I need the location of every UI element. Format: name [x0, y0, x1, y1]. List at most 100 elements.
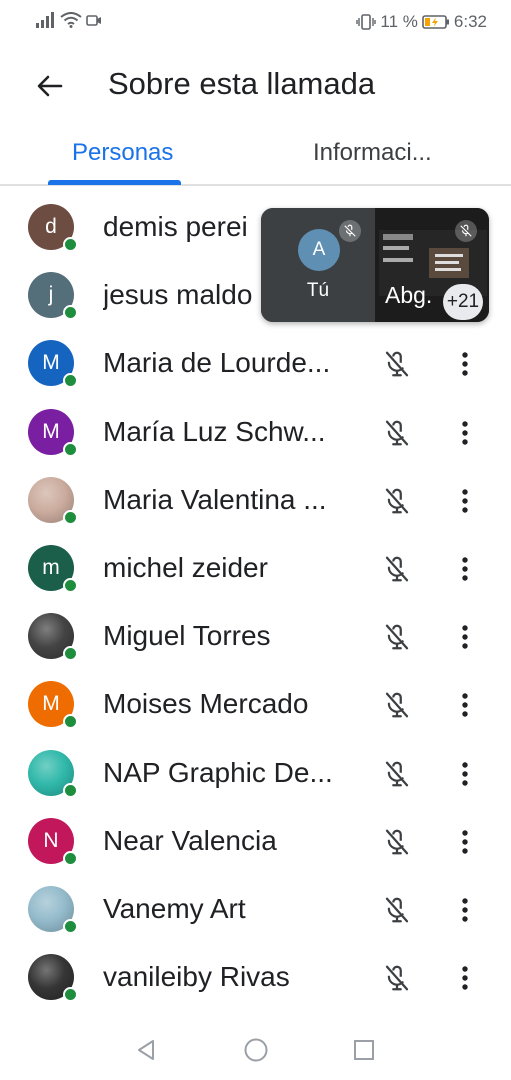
nav-home-button[interactable] [242, 1036, 270, 1064]
participant-row[interactable]: NAP Graphic De... [0, 740, 511, 808]
mic-off-icon [380, 484, 414, 518]
participant-row[interactable]: Miguel Torres [0, 603, 511, 671]
battery-icon [422, 15, 449, 29]
mic-off-icon [380, 416, 414, 450]
avatar-initial: m [42, 556, 60, 579]
tab-people[interactable]: Personas [72, 138, 173, 168]
online-status-dot [63, 850, 78, 866]
mic-off-icon [380, 757, 414, 791]
video-preview-overlay[interactable]: A Tú Abg. +21 [261, 208, 489, 322]
nav-recents-button[interactable] [350, 1036, 378, 1064]
participant-name: Near Valencia [103, 824, 277, 856]
participant-row[interactable]: M María Luz Schw... [0, 399, 511, 467]
more-options-button[interactable] [452, 823, 478, 861]
presenter-label: Abg. [385, 282, 433, 308]
more-options-button[interactable] [452, 686, 478, 724]
participant-row[interactable]: vanileiby Rivas [0, 944, 511, 1012]
participant-row[interactable]: Vanemy Art [0, 876, 511, 944]
app-bar: Sobre esta llamada [0, 44, 511, 124]
online-status-dot [63, 646, 78, 662]
more-options-button[interactable] [452, 618, 478, 656]
more-options-button[interactable] [452, 755, 478, 793]
mic-off-icon [380, 347, 414, 381]
status-icons-left [36, 12, 102, 28]
avatar [28, 613, 78, 662]
self-video-tile[interactable]: A Tú [261, 208, 375, 322]
vibrate-icon [356, 14, 377, 30]
participant-name: demis perei [103, 211, 248, 242]
avatar-initial: M [42, 692, 60, 716]
mic-off-icon [380, 688, 414, 722]
avatar-initial: d [45, 215, 57, 238]
more-options-button[interactable] [452, 550, 478, 588]
participant-name: Vanemy Art [103, 893, 246, 924]
more-participants-badge[interactable]: +21 [443, 284, 483, 320]
more-options-button[interactable] [452, 959, 478, 997]
participant-name: Moises Mercado [103, 688, 309, 720]
participant-name: Miguel Torres [103, 620, 271, 652]
participant-row[interactable]: m michel zeider [0, 535, 511, 603]
self-mic-off-icon [339, 220, 361, 242]
battery-percent: 11 % [380, 12, 418, 31]
participant-name: NAP Graphic De... [103, 756, 333, 788]
online-status-dot [63, 714, 78, 730]
avatar: d [28, 204, 78, 252]
online-status-dot [63, 782, 78, 798]
participant-name: vanileiby Rivas [103, 961, 290, 993]
nav-home-icon [244, 1038, 268, 1062]
more-options-button[interactable] [452, 482, 478, 520]
self-avatar: A [298, 229, 340, 271]
presenter-mic-off-icon [455, 220, 477, 242]
avatar: M [28, 681, 78, 730]
avatar: m [28, 545, 78, 593]
avatar-initial: M [42, 419, 60, 443]
page-title: Sobre esta llamada [108, 66, 376, 101]
participant-name: jesus maldo [103, 279, 253, 311]
status-bar: 11 % 6:32 [0, 0, 511, 44]
participant-name: María Luz Schw... [103, 415, 326, 447]
avatar: j [28, 272, 78, 321]
avatar [28, 476, 78, 525]
participant-name: michel zeider [103, 552, 268, 583]
participant-row[interactable]: M Moises Mercado [0, 671, 511, 739]
mic-off-icon [380, 893, 414, 927]
avatar-initial: M [42, 351, 60, 375]
online-status-dot [63, 919, 78, 934]
arrow-back-icon [37, 75, 63, 97]
avatar [28, 749, 78, 798]
self-label: Tú [306, 280, 330, 301]
avatar [28, 954, 78, 1003]
participant-name: Maria Valentina ... [103, 483, 327, 515]
online-status-dot [63, 237, 78, 252]
participant-name: Maria de Lourde... [103, 347, 331, 379]
more-options-button[interactable] [452, 891, 478, 929]
online-status-dot [63, 373, 78, 389]
participant-row[interactable]: Maria Valentina ... [0, 467, 511, 535]
clock: 6:32 [453, 12, 487, 31]
avatar-initial: N [43, 828, 59, 852]
online-status-dot [63, 441, 78, 457]
avatar-initial: j [48, 283, 54, 307]
tab-bar: Personas Informaci... [0, 124, 511, 186]
mic-off-icon [380, 961, 414, 995]
online-status-dot [63, 578, 78, 593]
mic-off-icon [380, 825, 414, 859]
tab-information[interactable]: Informaci... [313, 138, 432, 168]
tab-indicator [48, 180, 181, 185]
more-options-button[interactable] [452, 345, 478, 383]
mic-off-icon [380, 620, 414, 654]
avatar: N [28, 817, 78, 866]
online-status-dot [63, 305, 78, 321]
wifi-icon [60, 12, 82, 28]
system-navigation-bar [0, 1020, 511, 1080]
more-options-button[interactable] [452, 414, 478, 452]
participant-row[interactable]: N Near Valencia [0, 808, 511, 876]
participant-row[interactable]: M Maria de Lourde... [0, 330, 511, 398]
mic-off-icon [380, 552, 414, 586]
avatar [28, 886, 78, 934]
camera-indicator-icon [86, 15, 101, 26]
back-button[interactable] [28, 64, 72, 108]
online-status-dot [63, 987, 78, 1003]
nav-back-button[interactable] [132, 1036, 160, 1064]
nav-back-icon [138, 1040, 154, 1060]
